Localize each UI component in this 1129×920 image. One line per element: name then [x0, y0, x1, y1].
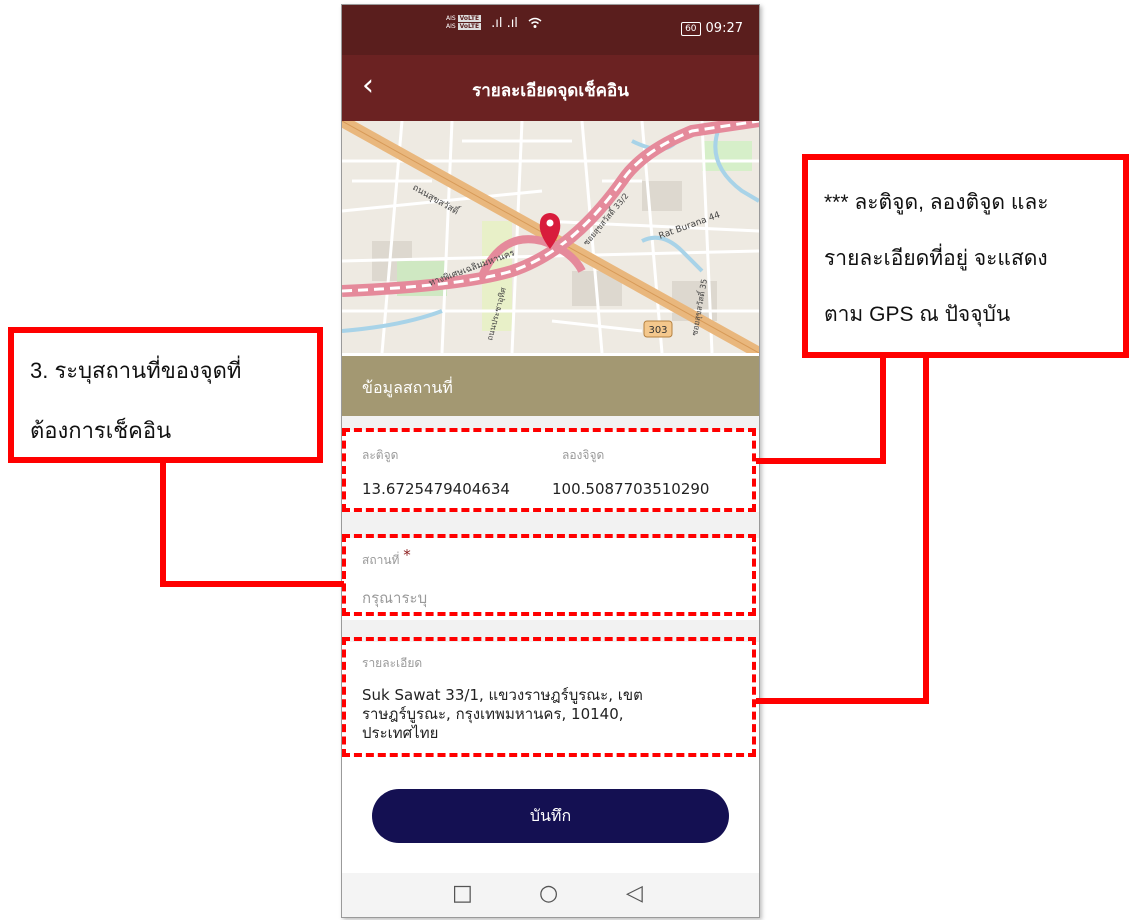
status-time: 09:27 [705, 21, 743, 36]
volte-badge-top: VoLTE [457, 15, 482, 22]
map-road-shield: 303 [648, 325, 667, 336]
annotation-left: 3. ระบุสถานที่ของจุดที่ ต้องการเช็คอิน [8, 327, 323, 463]
carrier-bottom: AIS [446, 23, 456, 30]
map-view[interactable]: 303 ถนนสุขสวัสดิ์ ทางพิเศษเฉลิมมหานคร Ra… [342, 121, 759, 353]
status-bar: AIS VoLTE AIS VoLTE .ıl .ıl 60 09:27 [342, 5, 759, 55]
save-button[interactable]: บันทึก [372, 789, 729, 843]
highlight-place [342, 534, 756, 616]
annotation-left-line: 3. ระบุสถานที่ของจุดที่ [30, 358, 242, 383]
annotation-left-line: ต้องการเช็คอิน [30, 418, 172, 443]
recents-icon[interactable]: □ [452, 881, 473, 906]
connector-line [756, 458, 886, 464]
annotation-right-line: รายละเอียดที่อยู่ จะแสดง [824, 247, 1048, 270]
carrier-top: AIS [446, 15, 456, 22]
annotation-right-line: ตาม GPS ณ ปัจจุบัน [824, 303, 1011, 326]
connector-line [923, 358, 929, 704]
connector-line [160, 463, 166, 587]
connector-line [880, 358, 886, 464]
app-bar: ‹ รายละเอียดจุดเช็คอิน [342, 55, 759, 121]
battery-icon: 60 [681, 21, 701, 36]
signal-icon: .ıl .ıl [491, 15, 518, 31]
connector-line [160, 581, 344, 587]
map-canvas: 303 ถนนสุขสวัสดิ์ ทางพิเศษเฉลิมมหานคร Ra… [342, 121, 759, 353]
wifi-icon [528, 17, 542, 28]
nav-back-icon[interactable]: ◁ [626, 881, 643, 906]
annotation-right-line: *** ละติจูด, ลองติจูด และ [824, 191, 1049, 214]
volte-badge-bottom: VoLTE [457, 23, 482, 30]
connector-line [756, 698, 929, 704]
highlight-details [342, 637, 756, 757]
system-nav-bar: □ ○ ◁ [342, 873, 759, 917]
status-bar-signals: AIS VoLTE AIS VoLTE .ıl .ıl [446, 15, 542, 31]
section-header-label: ข้อมูลสถานที่ [362, 378, 453, 397]
home-icon[interactable]: ○ [539, 881, 558, 906]
status-bar-right: 60 09:27 [681, 21, 743, 36]
annotation-right: *** ละติจูด, ลองติจูด และ รายละเอียดที่อ… [802, 154, 1129, 358]
page-title: รายละเอียดจุดเช็คอิน [472, 81, 629, 101]
section-header: ข้อมูลสถานที่ [342, 356, 759, 416]
highlight-coordinates [342, 428, 756, 512]
carrier-info: AIS VoLTE AIS VoLTE [446, 15, 482, 31]
